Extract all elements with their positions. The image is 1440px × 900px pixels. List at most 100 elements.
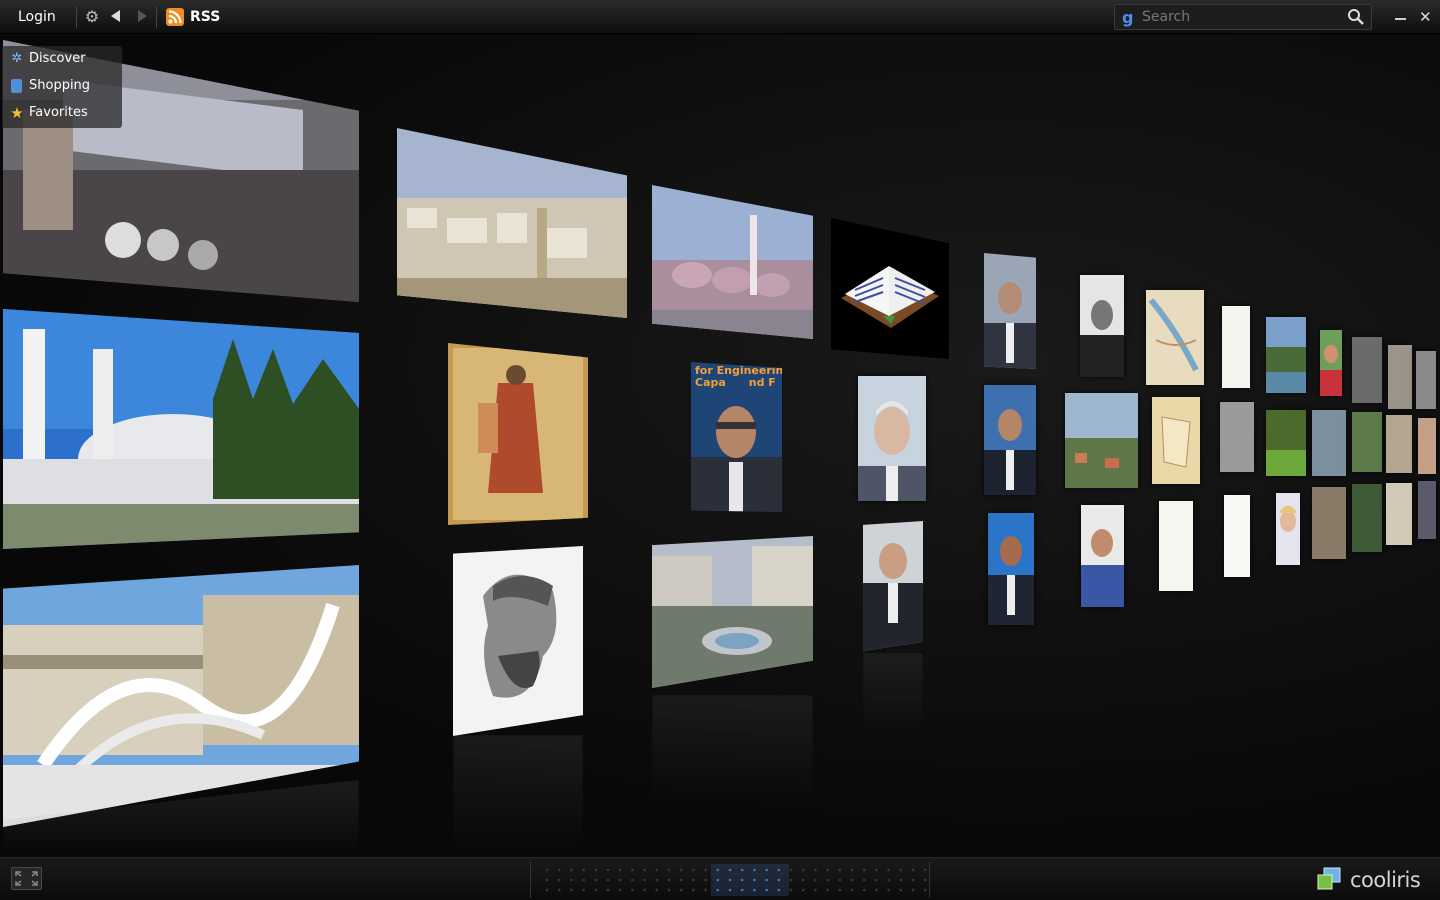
wall-tile[interactable] (1352, 484, 1382, 552)
wall-tile[interactable] (1224, 495, 1250, 577)
wall-tile[interactable] (984, 385, 1036, 495)
wall-tile[interactable] (984, 253, 1036, 369)
scrubber-dot (850, 878, 854, 882)
toolbar-divider (76, 6, 77, 28)
wall-tile[interactable] (1386, 483, 1412, 545)
scrubber-dot (679, 878, 683, 882)
toolbar-divider (156, 6, 157, 28)
wall-tile[interactable] (1312, 410, 1346, 476)
scrubber-dot (582, 878, 585, 882)
scrubber-dot (557, 878, 561, 882)
sidebar-item-favorites[interactable]: ★ Favorites (8, 103, 120, 125)
settings-gear-icon[interactable]: ⚙ (83, 8, 101, 26)
wall-tile[interactable] (1418, 481, 1436, 539)
scrubber-dot (594, 868, 598, 872)
rss-button[interactable]: RSS (190, 9, 220, 25)
scrubber-dot (618, 868, 622, 872)
sidebar-item-shopping[interactable]: Shopping (8, 76, 120, 98)
scrubber-dot (570, 868, 573, 872)
wall-scrubber[interactable] (530, 862, 930, 898)
wall-tile[interactable] (1080, 275, 1124, 377)
fullscreen-toggle-icon[interactable] (11, 867, 42, 890)
wall-tile[interactable] (863, 521, 923, 651)
scrubber-dot (545, 868, 549, 872)
wall-tile[interactable] (1266, 410, 1306, 476)
wall-tile[interactable] (1222, 306, 1250, 388)
scrubber-dot (704, 878, 707, 882)
image-wall[interactable]: for Engineering Capa nd F (0, 35, 1440, 857)
scrubber-dot (838, 868, 842, 872)
minimize-icon[interactable] (1395, 18, 1406, 20)
side-menu: ✲ Discover Shopping ★ Favorites (2, 46, 122, 128)
google-search-icon: g (1122, 8, 1134, 27)
wall-tile[interactable] (652, 536, 813, 688)
scrubber-dot (631, 888, 634, 892)
forward-arrow-icon[interactable] (138, 10, 147, 22)
wall-tile[interactable] (1418, 418, 1436, 474)
scrubber-dot (875, 868, 878, 872)
top-toolbar: Login ⚙ RSS g ✕ (0, 0, 1440, 34)
scrubber-dot (923, 868, 927, 872)
wall-tile[interactable] (1352, 412, 1382, 472)
scrubber-dot (899, 888, 903, 892)
wall-tile[interactable] (397, 128, 627, 318)
scrubber-thumb[interactable] (711, 864, 789, 896)
scrubber-dot (826, 878, 829, 882)
wall-tile[interactable] (1416, 351, 1436, 409)
scrubber-dot (594, 888, 598, 892)
wall-tile[interactable] (1320, 330, 1342, 396)
search-input[interactable] (1142, 7, 1342, 27)
wall-tile[interactable] (3, 309, 359, 549)
search-box: g (1114, 4, 1372, 30)
scrubber-dot (862, 888, 866, 892)
wall-tile[interactable] (652, 185, 813, 339)
wall-tile[interactable] (1152, 397, 1200, 484)
back-arrow-icon[interactable] (111, 10, 120, 22)
scrubber-dot (887, 888, 890, 892)
sidebar-item-discover[interactable]: ✲ Discover (8, 49, 120, 71)
wall-tile[interactable] (858, 376, 926, 501)
wall-tile[interactable] (1386, 415, 1412, 473)
wall-tile[interactable] (1220, 402, 1254, 472)
scrubber-dot (618, 878, 622, 882)
scrubber-dot (545, 888, 549, 892)
wall-tile[interactable] (1388, 345, 1412, 409)
scrubber-dot (667, 878, 671, 882)
sidebar-item-label: Favorites (29, 105, 88, 120)
wall-tile[interactable] (1266, 317, 1306, 393)
wall-tile[interactable] (1312, 487, 1346, 559)
scrubber-dot (814, 878, 817, 882)
wall-tile[interactable] (453, 546, 583, 736)
close-icon[interactable]: ✕ (1419, 8, 1432, 26)
scrubber-dot (570, 888, 573, 892)
wall-tile[interactable] (1276, 493, 1300, 565)
scrubber-dot (838, 878, 842, 882)
scrubber-dot (850, 888, 854, 892)
wall-tile[interactable] (988, 513, 1034, 625)
scrubber-dot (801, 878, 805, 882)
magnifier-search-icon[interactable] (1347, 8, 1365, 26)
login-link[interactable]: Login (18, 9, 56, 25)
scrubber-dot (582, 868, 585, 872)
rss-feed-icon[interactable] (166, 8, 184, 26)
scrubber-dot (606, 878, 610, 882)
wall-tile[interactable] (1159, 501, 1193, 591)
wall-tile[interactable] (1146, 290, 1204, 385)
cooliris-logo-icon (1317, 867, 1341, 890)
scrubber-dot (899, 878, 903, 882)
wall-tile[interactable] (1081, 505, 1124, 607)
scrubber-dot (557, 888, 561, 892)
scrubber-dot (679, 888, 683, 892)
scrubber-dot (606, 868, 610, 872)
scrubber-dot (923, 878, 927, 882)
wall-tile[interactable] (1352, 337, 1382, 403)
scrubber-dot (862, 868, 866, 872)
wall-tile[interactable] (448, 343, 588, 525)
wall-tile[interactable]: for Engineering Capa nd F (691, 362, 782, 512)
scrubber-dot (631, 868, 634, 872)
scrubber-dot (631, 878, 634, 882)
scrubber-dot (618, 888, 622, 892)
scrubber-dot (643, 868, 646, 872)
wall-tile[interactable] (831, 218, 949, 359)
wall-tile[interactable] (1065, 393, 1138, 488)
